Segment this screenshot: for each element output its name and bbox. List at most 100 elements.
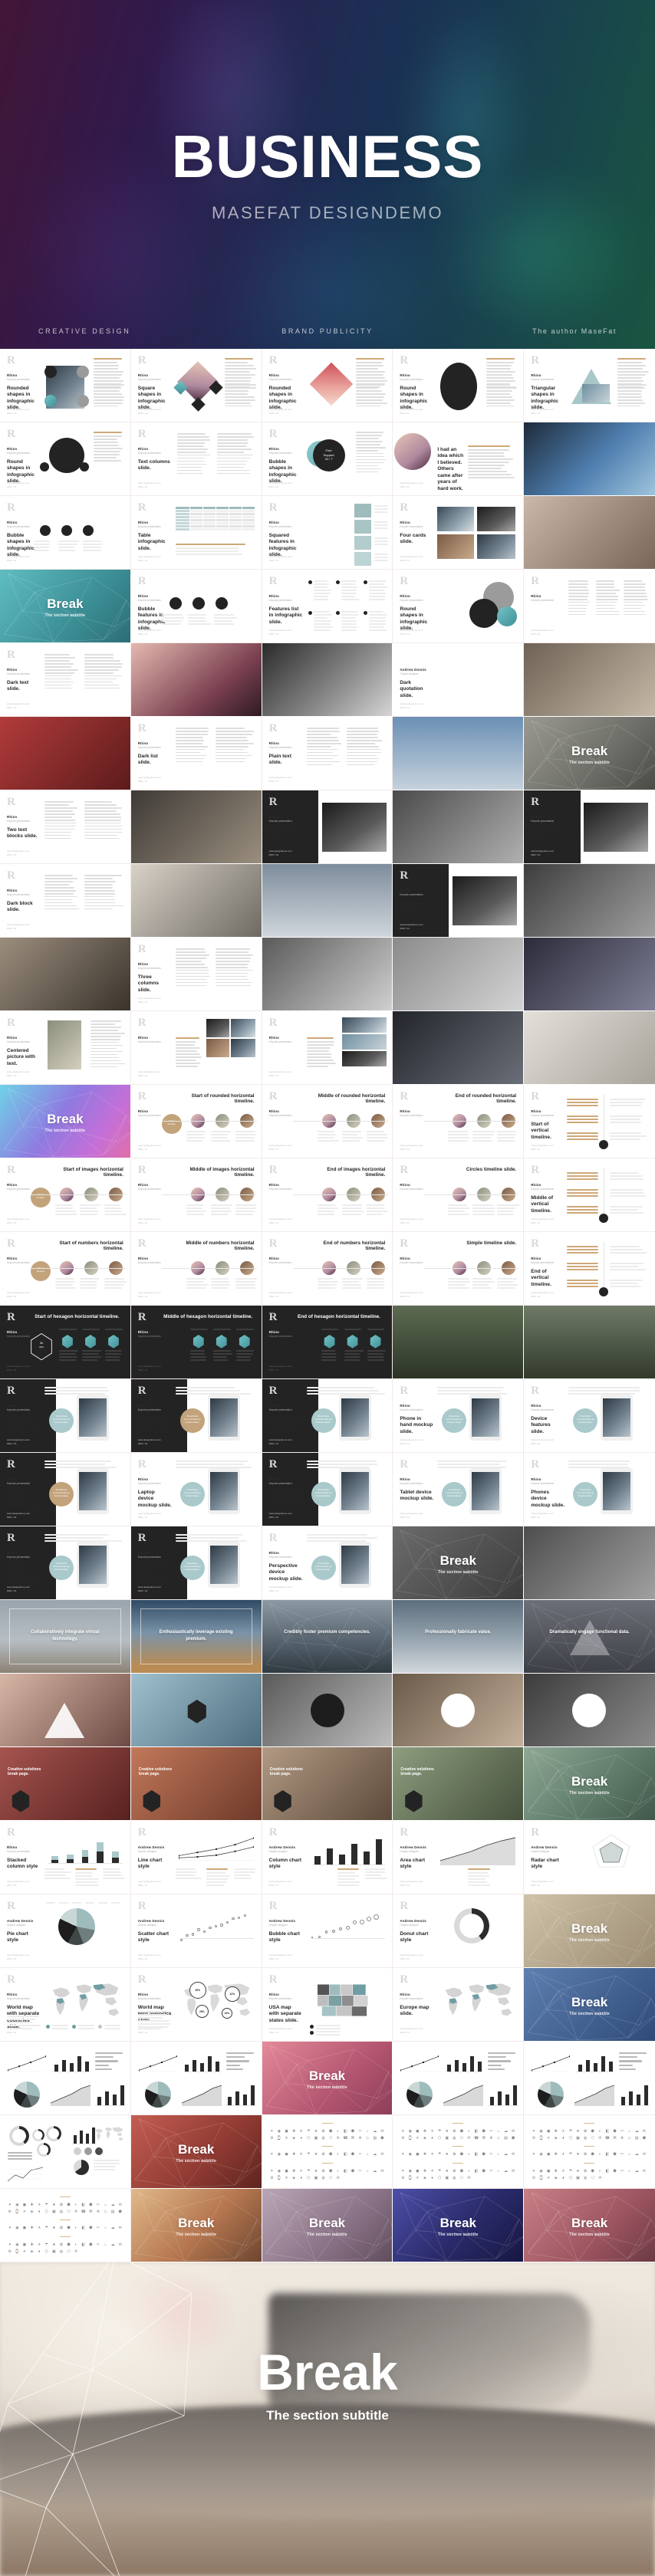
slide-thumbnail[interactable] [131, 790, 262, 864]
slide-thumbnail[interactable]: Dramatically engage functional data. [524, 1600, 655, 1674]
slide-thumbnail[interactable]: Professionally fabricate value. [393, 1600, 524, 1674]
slide-thumbnail[interactable]: R Andrew Dennis Graphic designer Donut char… [393, 1894, 524, 1968]
slide-thumbnail[interactable]: R Rhino Keynote presentation Middle of roun… [262, 1085, 393, 1158]
slide-thumbnail[interactable] [393, 1306, 524, 1379]
slide-thumbnail[interactable]: R Rhino Keynote presentation Dark device sl… [524, 790, 655, 864]
slide-thumbnail[interactable] [0, 1674, 131, 1747]
slide-thumbnail[interactable] [524, 864, 655, 938]
slide-thumbnail[interactable]: Creative solutions break page. [393, 1747, 524, 1821]
slide-thumbnail[interactable]: R Rhino Keynote presentation Europe map sli… [393, 1968, 524, 2042]
slide-thumbnail[interactable]: Break The section subtitle [393, 2189, 524, 2262]
slide-thumbnail[interactable]: Enthusiastically leverage existing premi… [131, 1600, 262, 1674]
slide-thumbnail[interactable]: R Rhino Keynote presentation Start of hexag… [0, 1306, 131, 1379]
slide-thumbnail[interactable]: R Rhino Keynote presentation End of hexagon… [262, 1306, 393, 1379]
slide-thumbnail[interactable] [131, 2042, 262, 2115]
slide-thumbnail[interactable]: ✦ ◉ ◼ ✚ ✈ ☂ ★ ✿ ⬢ ◐ ◧ ⬟ ✂ ⌂ ☁ ✉ ⚙ ⌚ ☀ ◈ ♦ ⬡ ▣ ◍ ⎔ ✇ ☎ ⌘ ✜ ◇ ▤ ⬢ ✦ ◉ ◼ ✚ ✈ ☂ ★ ✿… [524, 2115, 655, 2189]
slide-thumbnail[interactable]: Andrew Dennis Graphic designer Dark quotat… [393, 643, 524, 717]
slide-thumbnail[interactable]: R Rhino Keynote presentation Phones device … [524, 1453, 655, 1526]
slide-thumbnail[interactable]: Break The section subtitle [0, 570, 131, 643]
slide-thumbnail[interactable]: Collaboratively integrate virtual techno… [0, 1600, 131, 1674]
slide-thumbnail[interactable]: R Rhino Keynote presentation Start of image… [0, 1158, 131, 1232]
slide-thumbnail[interactable]: Break The section subtitle [393, 1526, 524, 1600]
slide-thumbnail[interactable] [131, 643, 262, 717]
slide-thumbnail[interactable]: RRhinoKeynote presentationWorld map with… [131, 1968, 262, 2042]
slide-thumbnail[interactable] [524, 422, 655, 496]
slide-thumbnail[interactable]: ✦ ◉ ◼ ✚ ✈ ☂ ★ ✿ ⬢ ◐ ◧ ⬟ ✂ ⌂ ☁ ✉ ⚙ ⌚ ☀ ◈ ♦ ⬡ ▣ ◍ ⎔ ✇ ☎ ⌘ ✜ ◇ ▤ ⬢ ✦ ◉ ◼ ✚ ✈ ☂ ★ ✿… [393, 2115, 524, 2189]
slide-thumbnail[interactable] [524, 643, 655, 717]
slide-thumbnail[interactable]: R Rhino Keynote presentation Circles timeli… [393, 1158, 524, 1232]
slide-thumbnail[interactable] [524, 1306, 655, 1379]
slide-thumbnail[interactable] [262, 938, 393, 1011]
slide-thumbnail[interactable]: R Rhino Keynote presentation Four cards sli… [393, 496, 524, 570]
slide-thumbnail[interactable] [393, 938, 524, 1011]
slide-thumbnail[interactable] [393, 717, 524, 790]
slide-thumbnail[interactable]: R Rhino Keynote presentation Watch device m… [262, 1453, 393, 1526]
slide-thumbnail[interactable]: R Rhino Keynote presentation Bubble feature… [131, 570, 262, 643]
slide-thumbnail[interactable]: R Andrew Dennis Graphic designer Radar char… [524, 1821, 655, 1894]
slide-thumbnail[interactable]: R Rhino Keynote presentation Squared featur… [262, 496, 393, 570]
slide-thumbnail[interactable]: R Rhino Keynote presentation Round shapes i… [393, 570, 524, 643]
slide-thumbnail[interactable]: R Rhino Keynote presentation End of rounded… [393, 1085, 524, 1158]
slide-thumbnail[interactable]: R Rhino Keynote presentation Perspective de… [262, 1526, 393, 1600]
slide-thumbnail[interactable]: R Rhino Keynote presentation Tablet device … [393, 1453, 524, 1526]
slide-thumbnail[interactable]: R Rhino Keynote presentation Middle of imag… [131, 1158, 262, 1232]
slide-thumbnail[interactable]: R Rhino Keynote presentation USA map with s… [262, 1968, 393, 2042]
slide-thumbnail[interactable]: R Rhino Keynote presentation Laptop device … [131, 1453, 262, 1526]
slide-thumbnail[interactable]: R Rhino Keynote presentation Start of verti… [524, 1085, 655, 1158]
slide-thumbnail[interactable]: R Rhino Keynote presentation Triangular sha… [524, 349, 655, 422]
slide-thumbnail[interactable]: Creative solutions break page. [0, 1747, 131, 1821]
slide-thumbnail[interactable] [393, 1011, 524, 1085]
slide-thumbnail[interactable]: Break The section subtitle [131, 2189, 262, 2262]
slide-thumbnail[interactable] [262, 864, 393, 938]
slide-thumbnail[interactable] [0, 938, 131, 1011]
slide-thumbnail[interactable] [262, 643, 393, 717]
slide-thumbnail[interactable]: Creative solutions break page. [131, 1747, 262, 1821]
slide-thumbnail[interactable]: R Andrew Dennis Graphic designer Bubble cha… [262, 1894, 393, 1968]
slide-thumbnail[interactable]: R Rhino Keynote presentation Phone device m… [262, 1379, 393, 1453]
slide-thumbnail[interactable] [393, 1674, 524, 1747]
slide-thumbnail[interactable]: R Rhino Keynote presentation Rounded shapes… [0, 349, 131, 422]
slide-thumbnail[interactable]: R Rhino Keynote presentation Two text block… [0, 790, 131, 864]
slide-thumbnail[interactable]: ✦ ◉ ◼ ✚ ✈ ☂ ★ ✿ ⬢ ◐ ◧ ⬟ ✂ ⌂ ☁ ✉ ⚙ ⌚ ☀ ◈ ♦ ⬡ ▣ ◍ ⎔ ✇ ☎ ⌘ ✜ ◇ ▤ ⬢ ✦ ◉ ◼ ✚ ✈ ☂ ★ ✿… [262, 2115, 393, 2189]
slide-thumbnail[interactable]: ✦ ◉ ◼ ✚ ✈ ☂ ★ ✿ ⬢ ◐ ◧ ⬟ ✂ ⌂ ☁ ✉ ⚙ ⌚ ☀ ◈ ♦ ⬡ ▣ ◍ ⎔ ✇ ☎ ⌘ ✜ ◇ ▤ ⬢ ✦ ◉ ◼ ✚ ✈ ☂ ★ ✿… [0, 2189, 131, 2262]
slide-thumbnail[interactable]: Break The section subtitle [524, 1747, 655, 1821]
slide-thumbnail[interactable] [524, 496, 655, 570]
slide-thumbnail[interactable]: Break The section subtitle [0, 1085, 131, 1158]
slide-thumbnail[interactable]: R Rhino Keynote presentation End of vertica… [524, 1232, 655, 1306]
slide-thumbnail[interactable]: R Rhino Keynote presentation Middle of hexa… [131, 1306, 262, 1379]
slide-thumbnail[interactable]: Andrew DennisGraphic designerwww.designd… [393, 422, 524, 496]
slide-thumbnail[interactable] [0, 717, 131, 790]
slide-thumbnail[interactable]: R Rhino Keynote presentation Perspective de… [131, 1526, 262, 1600]
slide-thumbnail[interactable] [524, 1526, 655, 1600]
slide-thumbnail[interactable]: R Rhino Keynote presentation Start of round… [131, 1085, 262, 1158]
slide-thumbnail[interactable]: R Andrew Dennis Graphic designer Column cha… [262, 1821, 393, 1894]
slide-thumbnail[interactable]: R Rhino Keynote presentation Device feature… [524, 1379, 655, 1453]
slide-thumbnail[interactable]: Break The section subtitle [262, 2189, 393, 2262]
slide-thumbnail[interactable]: R Rhino Keynote presentation Middle of numb… [131, 1232, 262, 1306]
slide-thumbnail[interactable]: Break The section subtitle [524, 717, 655, 790]
slide-thumbnail[interactable] [393, 790, 524, 864]
slide-thumbnail[interactable]: R Rhino Keynote presentation Three columns … [131, 938, 262, 1011]
slide-thumbnail[interactable]: R Rhino Keynote presentation Dark block sli… [0, 864, 131, 938]
slide-thumbnail[interactable] [0, 2115, 131, 2189]
slide-thumbnail[interactable]: R Rhino Keynote presentation Middle of vert… [524, 1158, 655, 1232]
slide-thumbnail[interactable]: R Andrew Dennis Graphic designer Line chart… [131, 1821, 262, 1894]
slide-thumbnail[interactable]: R Rhino Keynote presentation Features list … [262, 570, 393, 643]
slide-thumbnail[interactable]: R Rhino Keynote presentation www.designdemo… [524, 570, 655, 643]
slide-thumbnail[interactable]: R Rhino Keynote presentation Table infograp… [131, 496, 262, 570]
slide-thumbnail[interactable]: R Rhino Keynote presentation Plain text sli… [262, 717, 393, 790]
slide-thumbnail[interactable]: Break The section subtitle [131, 2115, 262, 2189]
slide-thumbnail[interactable]: R Rhino Keynote presentation Monitor device… [0, 1453, 131, 1526]
slide-thumbnail[interactable] [131, 1674, 262, 1747]
slide-thumbnail[interactable]: R Rhino Keynote presentation End of numbers… [262, 1232, 393, 1306]
slide-thumbnail[interactable]: R Andrew Dennis Graphic designer Scatter ch… [131, 1894, 262, 1968]
slide-thumbnail[interactable] [393, 2042, 524, 2115]
slide-thumbnail[interactable] [524, 1674, 655, 1747]
slide-thumbnail[interactable]: R Rhino Keynote presentation Bubble shapes … [262, 422, 393, 496]
slide-thumbnail[interactable]: R Rhino Keynote presentation Dark card slid… [262, 790, 393, 864]
slide-thumbnail[interactable] [524, 2042, 655, 2115]
slide-thumbnail[interactable] [524, 1011, 655, 1085]
slide-thumbnail[interactable]: R Rhino Keynote presentation Stacked column… [0, 1821, 131, 1894]
slide-thumbnail[interactable]: Break The section subtitle [524, 1968, 655, 2042]
slide-thumbnail[interactable]: R Rhino Keynote presentation Square shapes … [131, 349, 262, 422]
